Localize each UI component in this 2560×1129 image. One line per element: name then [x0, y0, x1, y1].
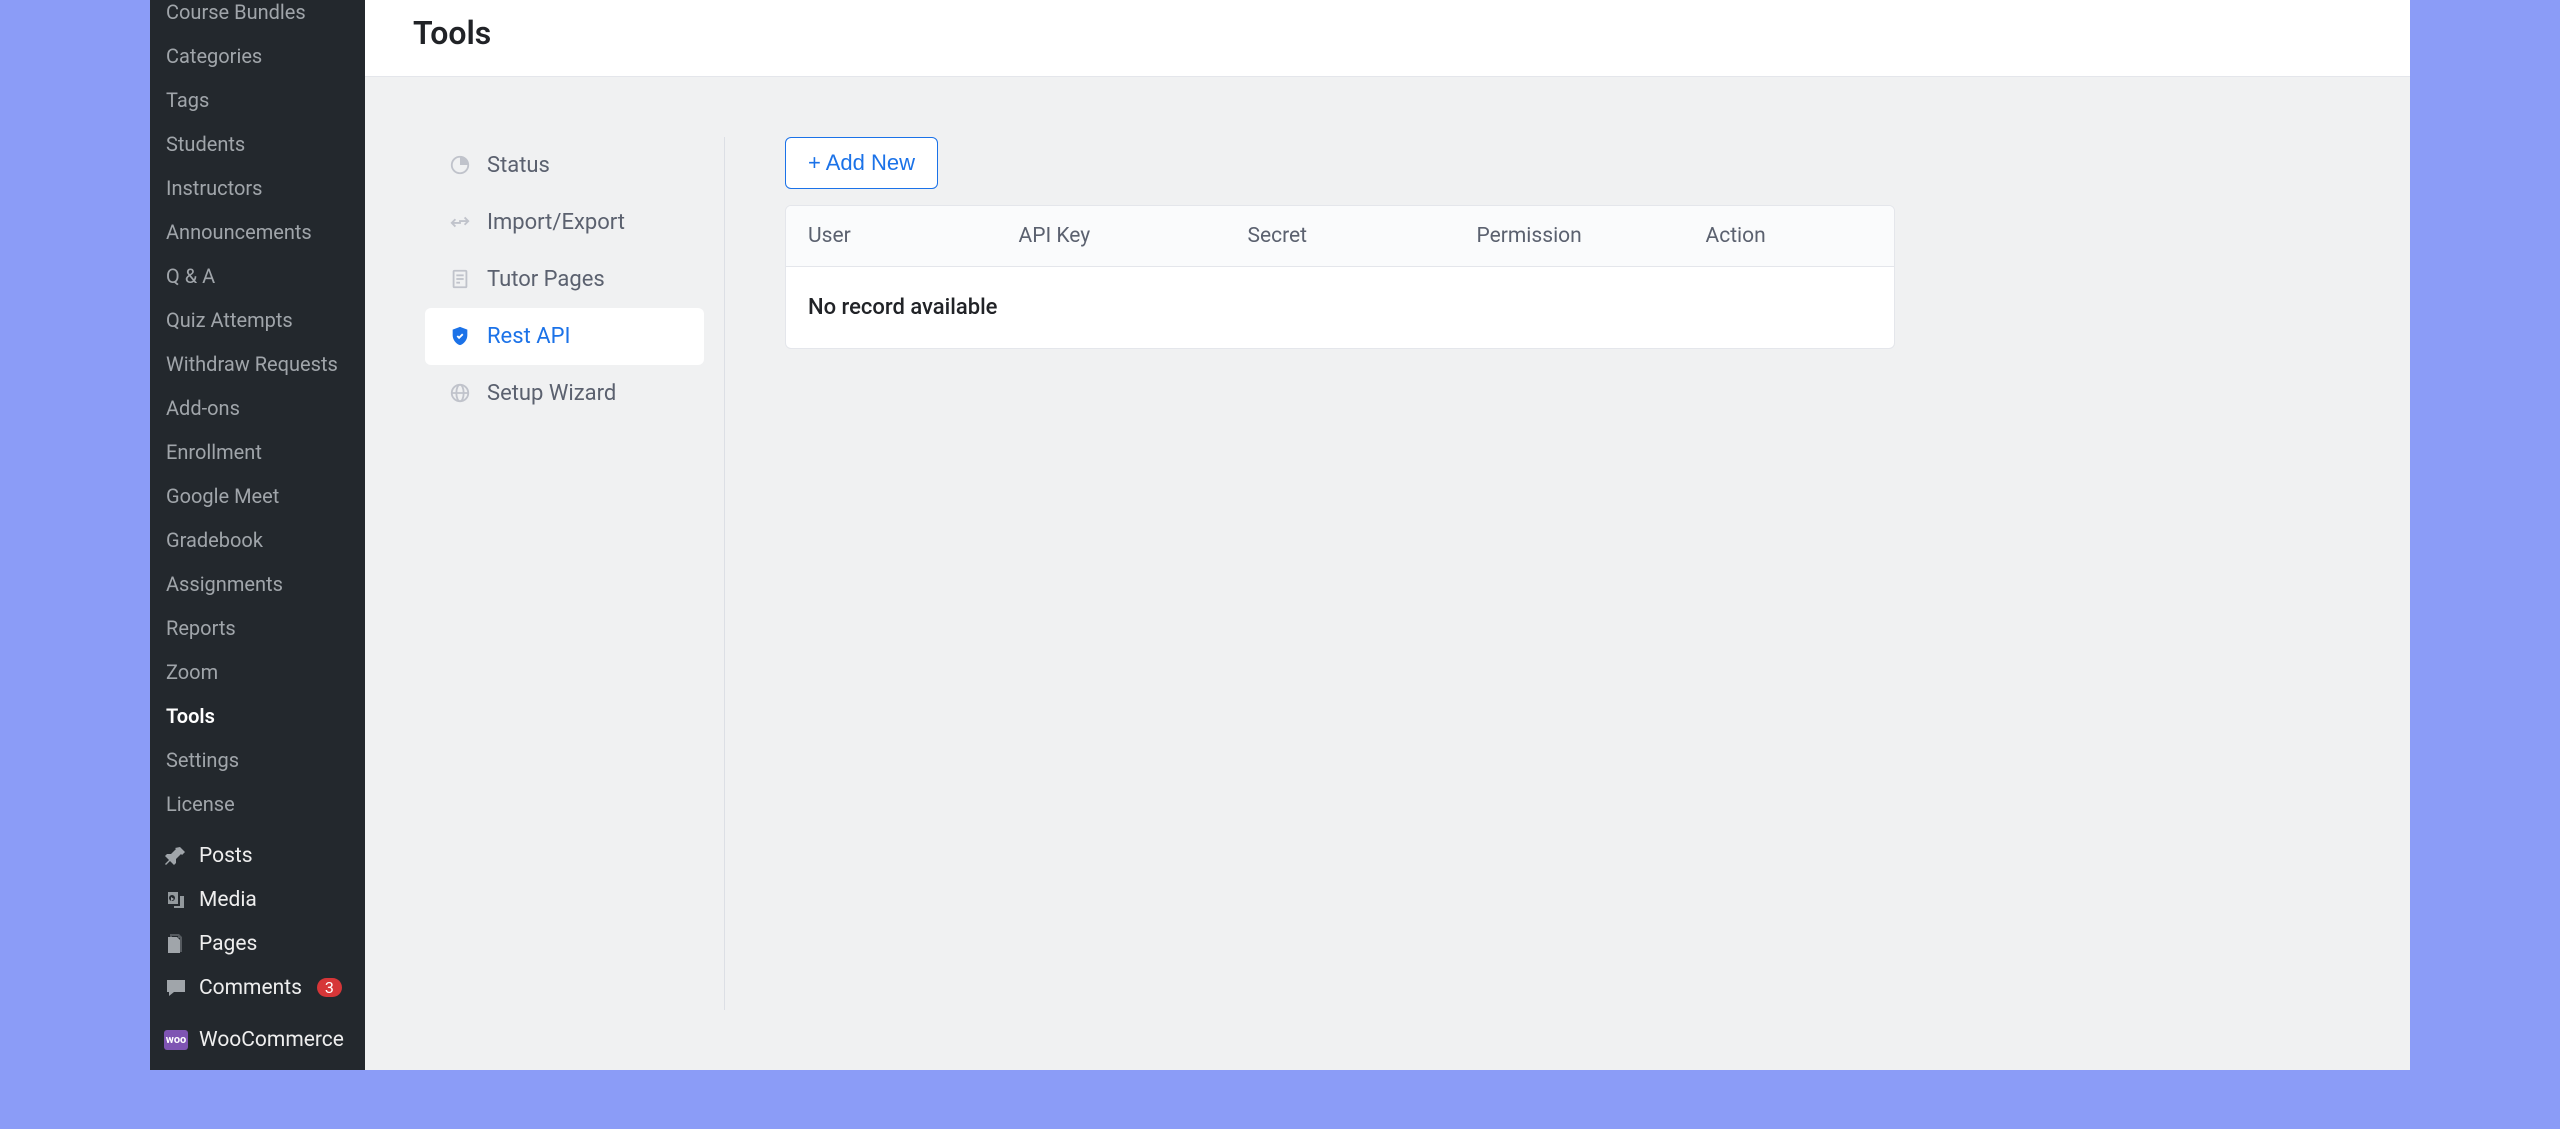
- submenu-license[interactable]: License: [150, 782, 365, 826]
- submenu-course-bundles[interactable]: Course Bundles: [150, 0, 365, 34]
- th-api-key: API Key: [997, 206, 1226, 266]
- tab-status[interactable]: Status: [425, 137, 704, 194]
- menu-comments-label: Comments: [199, 976, 302, 1000]
- submenu-reports[interactable]: Reports: [150, 606, 365, 650]
- submenu-enrollment[interactable]: Enrollment: [150, 430, 365, 474]
- tab-tutor-pages-label: Tutor Pages: [487, 267, 605, 292]
- th-secret: Secret: [1226, 206, 1455, 266]
- menu-media[interactable]: Media: [150, 878, 365, 922]
- page-header: Tools: [365, 0, 2410, 77]
- menu-media-label: Media: [199, 888, 257, 912]
- submenu-tools[interactable]: Tools: [150, 694, 365, 738]
- tab-setup-wizard-label: Setup Wizard: [487, 381, 616, 406]
- submenu-settings[interactable]: Settings: [150, 738, 365, 782]
- media-icon: [164, 888, 188, 912]
- submenu-instructors[interactable]: Instructors: [150, 166, 365, 210]
- menu-comments[interactable]: Comments 3: [150, 966, 365, 1010]
- pie-chart-icon: [449, 154, 471, 176]
- submenu-zoom[interactable]: Zoom: [150, 650, 365, 694]
- th-permission: Permission: [1455, 206, 1684, 266]
- menu-products[interactable]: Products: [150, 1062, 365, 1070]
- tab-setup-wizard[interactable]: Setup Wizard: [425, 365, 704, 422]
- app-window: Course Bundles Categories Tags Students …: [150, 0, 2410, 1070]
- woocommerce-icon: woo: [164, 1028, 188, 1052]
- submenu-assignments[interactable]: Assignments: [150, 562, 365, 606]
- tab-rest-api-label: Rest API: [487, 324, 570, 349]
- add-new-button[interactable]: + Add New: [785, 137, 938, 189]
- tab-status-label: Status: [487, 153, 550, 178]
- tools-tabs: Status Import/Export Tutor Pages: [425, 137, 725, 1010]
- tab-tutor-pages[interactable]: Tutor Pages: [425, 251, 704, 308]
- submenu-google-meet[interactable]: Google Meet: [150, 474, 365, 518]
- admin-sidebar: Course Bundles Categories Tags Students …: [150, 0, 365, 1070]
- th-action: Action: [1684, 206, 1895, 266]
- pages-icon: [164, 932, 188, 956]
- page-title: Tools: [413, 14, 2362, 52]
- api-keys-table: User API Key Secret Permission Action No…: [785, 205, 1895, 349]
- submenu-announcements[interactable]: Announcements: [150, 210, 365, 254]
- submenu-qa[interactable]: Q & A: [150, 254, 365, 298]
- submenu-quiz-attempts[interactable]: Quiz Attempts: [150, 298, 365, 342]
- menu-woocommerce[interactable]: woo WooCommerce: [150, 1018, 365, 1062]
- th-user: User: [786, 206, 997, 266]
- main-panel: + Add New User API Key Secret Permission…: [725, 137, 2350, 1010]
- tab-import-export-label: Import/Export: [487, 210, 625, 235]
- content-area: Tools Status Import/Export: [365, 0, 2410, 1070]
- table-body: No record available: [786, 267, 1894, 348]
- comment-icon: [164, 976, 188, 1000]
- import-export-icon: [449, 211, 471, 233]
- submenu-tags[interactable]: Tags: [150, 78, 365, 122]
- page-body: Status Import/Export Tutor Pages: [365, 77, 2410, 1070]
- tab-import-export[interactable]: Import/Export: [425, 194, 704, 251]
- submenu-students[interactable]: Students: [150, 122, 365, 166]
- menu-pages[interactable]: Pages: [150, 922, 365, 966]
- shield-check-icon: [449, 325, 471, 347]
- comments-badge: 3: [317, 978, 342, 997]
- tab-rest-api[interactable]: Rest API: [425, 308, 704, 365]
- empty-message: No record available: [808, 295, 1872, 320]
- submenu-categories[interactable]: Categories: [150, 34, 365, 78]
- globe-icon: [449, 382, 471, 404]
- menu-pages-label: Pages: [199, 932, 257, 956]
- menu-posts-label: Posts: [199, 844, 253, 868]
- menu-woocommerce-label: WooCommerce: [199, 1028, 344, 1052]
- menu-posts[interactable]: Posts: [150, 834, 365, 878]
- submenu-addons[interactable]: Add-ons: [150, 386, 365, 430]
- document-icon: [449, 268, 471, 290]
- table-header: User API Key Secret Permission Action: [786, 206, 1894, 267]
- submenu-gradebook[interactable]: Gradebook: [150, 518, 365, 562]
- submenu-withdraw-requests[interactable]: Withdraw Requests: [150, 342, 365, 386]
- pin-icon: [164, 844, 188, 868]
